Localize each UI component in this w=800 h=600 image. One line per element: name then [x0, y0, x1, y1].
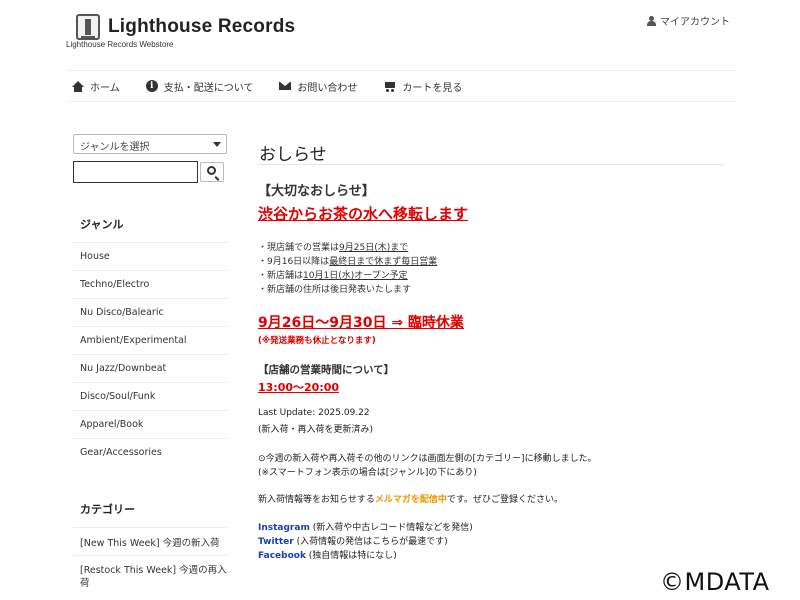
- hours-heading: 【店舗の営業時間について】: [258, 364, 395, 376]
- mail-icon: [279, 82, 292, 90]
- update-note: (新入荷・再入荷を更新済み): [258, 425, 374, 435]
- sidebar-item-nu-disco-balearic[interactable]: Nu Disco/Balearic: [73, 298, 228, 326]
- logo-subtitle: Lighthouse Records Webstore: [66, 40, 174, 49]
- sidebar-item-apparel-book[interactable]: Apparel/Book: [73, 410, 228, 438]
- title-divider: [258, 164, 724, 165]
- page-title: おしらせ: [259, 145, 327, 165]
- bullet-item: ・新店舗は10月1日(水)オープン予定: [258, 271, 408, 281]
- genre-select[interactable]: ジャンルを選択: [73, 134, 227, 154]
- logo-text: Lighthouse Records: [108, 16, 296, 37]
- watermark: ©MDATA: [660, 568, 770, 596]
- bullet-item: ・現店舗での営業は9月25日(木)まで: [258, 243, 409, 253]
- nav-cart-label: カートを見る: [402, 82, 463, 94]
- category-list: [New This Week] 今週の新入荷 [Restock This Wee…: [73, 527, 228, 595]
- social-twitter: Twitter (入荷情報の発信はこちらが最速です): [258, 537, 448, 547]
- twitter-link[interactable]: Twitter: [258, 537, 294, 547]
- instagram-link[interactable]: Instagram: [258, 523, 310, 533]
- main-nav: ホーム i 支払・配送について お問い合わせ カートを見る: [66, 70, 736, 102]
- nav-home[interactable]: ホーム: [72, 79, 120, 94]
- newsletter-text: 新入荷情報等をお知らせするメルマガを配信中です。ぜひご登録ください。: [258, 495, 563, 505]
- sidebar-item-disco-soul-funk[interactable]: Disco/Soul/Funk: [73, 382, 228, 410]
- nav-payment-shipping[interactable]: i 支払・配送について: [145, 79, 254, 94]
- last-update: Last Update: 2025.09.22: [258, 408, 370, 418]
- business-hours: 13:00～20:00: [258, 381, 340, 394]
- category-heading: カテゴリー: [80, 503, 135, 516]
- genre-list: House Techno/Electro Nu Disco/Balearic A…: [73, 242, 228, 466]
- home-icon: [72, 80, 84, 92]
- bullet-item: ・9月16日以降は最終日まで休まず毎日営業: [258, 257, 438, 267]
- smartphone-note: (※スマートフォン表示の場合は[ジャンル]の下にあり): [258, 468, 477, 478]
- facebook-link[interactable]: Facebook: [258, 551, 306, 561]
- link-note: ⊙今週の新入荷や再入荷その他のリンクは画面左側の[カテゴリー]に移動しました。: [258, 454, 597, 464]
- sidebar-item-new-this-week[interactable]: [New This Week] 今週の新入荷: [73, 527, 228, 555]
- sidebar-item-nu-jazz-downbeat[interactable]: Nu Jazz/Downbeat: [73, 354, 228, 382]
- social-facebook: Facebook (独自情報は特になし): [258, 551, 397, 561]
- lighthouse-logo-icon: [76, 14, 100, 40]
- sidebar-item-techno-electro[interactable]: Techno/Electro: [73, 270, 228, 298]
- store-logo[interactable]: Lighthouse Records: [76, 14, 295, 40]
- genre-select-value: ジャンルを選択: [80, 142, 150, 153]
- search-button[interactable]: [200, 162, 224, 182]
- sidebar-item-restock-this-week[interactable]: [Restock This Week] 今週の再入荷: [73, 555, 228, 595]
- closure-note: (※発送業務も休止となります): [258, 336, 376, 346]
- notice-heading: 【大切なおしらせ】: [258, 184, 375, 199]
- newsletter-link[interactable]: メルマガを配信中: [375, 495, 447, 505]
- nav-cart[interactable]: カートを見る: [383, 79, 462, 94]
- sidebar-item-house[interactable]: House: [73, 242, 228, 270]
- search-input[interactable]: [73, 161, 198, 183]
- social-instagram: Instagram (新入荷や中古レコード情報などを発信): [258, 523, 473, 533]
- my-account-label: マイアカウント: [660, 17, 730, 28]
- genre-heading: ジャンル: [80, 218, 124, 231]
- cart-icon: [383, 81, 396, 92]
- relocation-heading: 渋谷からお茶の水へ移転します: [258, 205, 469, 223]
- my-account-link[interactable]: マイアカウント: [647, 13, 730, 28]
- info-icon: i: [145, 80, 158, 92]
- sidebar-item-gear-accessories[interactable]: Gear/Accessories: [73, 438, 228, 466]
- nav-payment-label: 支払・配送について: [163, 82, 254, 94]
- temporary-closure: 9月26日～9月30日 ⇒ 臨時休業: [258, 315, 464, 331]
- sidebar-item-ambient-experimental[interactable]: Ambient/Experimental: [73, 326, 228, 354]
- bullet-item: ・新店舗の住所は後日発表いたします: [258, 285, 412, 295]
- nav-home-label: ホーム: [90, 82, 120, 94]
- search-icon: [207, 166, 216, 175]
- nav-contact[interactable]: お問い合わせ: [279, 79, 357, 94]
- nav-contact-label: お問い合わせ: [297, 82, 358, 94]
- person-icon: [647, 15, 656, 26]
